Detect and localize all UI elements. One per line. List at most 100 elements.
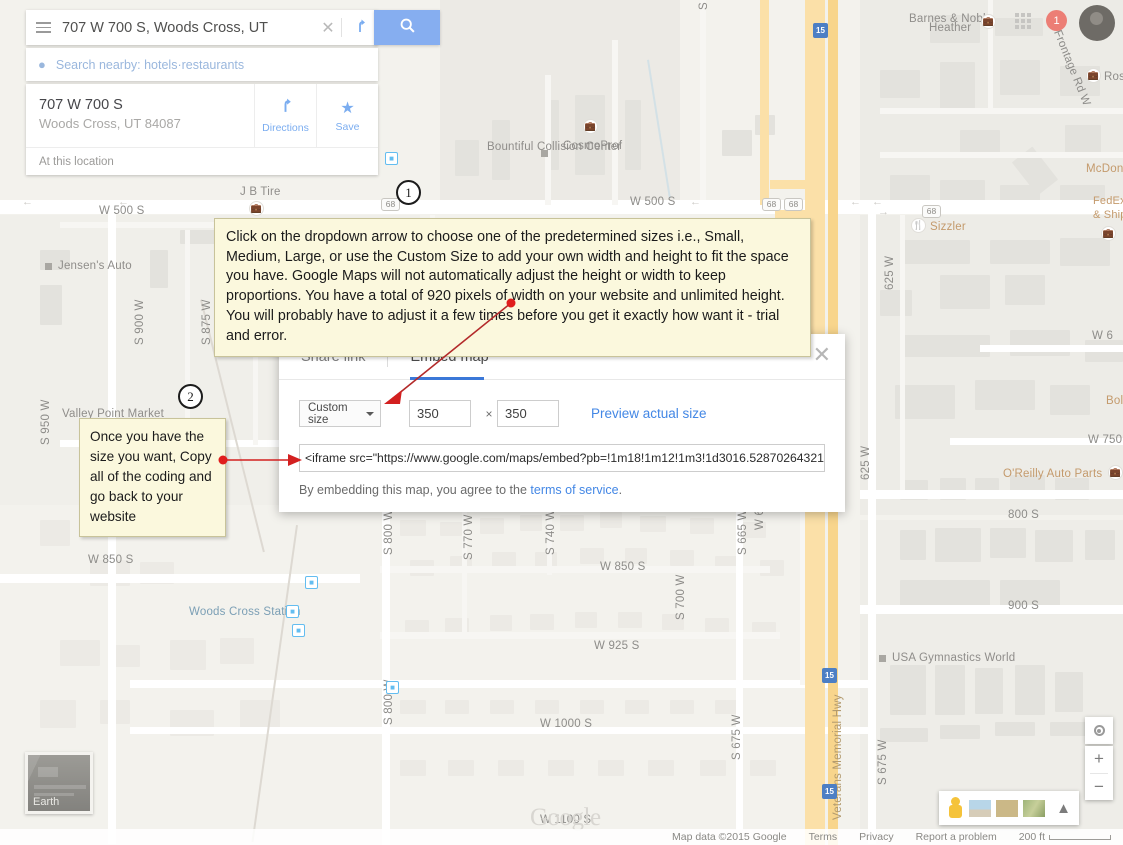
search-nearby-label: Search nearby: hotels·restaurants [55,57,245,72]
shop-icon[interactable]: 💼 [583,119,598,134]
shop-icon[interactable]: 💼 [249,201,264,216]
place-pin-icon: ● [38,57,46,72]
street-label: W 500 S [630,196,676,208]
scale-label: 200 ft [1018,831,1045,843]
street-label: 625 W [860,445,872,480]
save-label: Save [335,121,360,133]
place-card: 707 W 700 S Woods Cross, UT 84087 Direct… [26,84,378,175]
star-icon: ★ [340,100,355,117]
scale-bar: 200 ft [1019,831,1111,843]
poi-label: Heather [929,22,972,34]
shop-icon[interactable]: 💼 [981,14,996,29]
directions-icon [277,97,294,119]
place-address: Woods Cross, UT 84087 [39,116,181,131]
street-label: S 875 W [201,299,213,345]
poi-label: O'Reilly Auto Parts [1003,468,1103,480]
close-icon[interactable]: ✕ [315,18,341,38]
interstate-shield: 15 [822,784,837,799]
poi-label: Bol [1106,395,1123,407]
map-data-attribution: Map data ©2015 Google [671,831,787,843]
notification-badge[interactable]: 1 [1046,10,1067,31]
scale-bar-line [1049,834,1111,840]
street-label: W 6 [1092,330,1114,342]
street-label: S 800 W [383,509,395,555]
street-label: 800 S [1008,509,1040,521]
poi-label: USA Gymnastics World [892,652,1016,664]
place-title: 707 W 700 S [39,97,123,113]
poi-label: Jensen's Auto [58,260,132,272]
poi-label: CosmoProf [563,140,623,152]
poi-label: Ross [1104,71,1123,83]
close-icon[interactable]: ✕ [813,344,831,366]
grid-apps-icon[interactable] [1015,13,1031,29]
interstate-shield: 15 [822,668,837,683]
my-location-icon[interactable] [1085,717,1113,744]
search-button[interactable] [374,10,440,45]
width-input[interactable] [409,400,471,427]
save-button[interactable]: ★ Save [316,84,378,147]
terms-link[interactable]: Terms [809,831,838,843]
pegman-icon[interactable] [947,797,964,819]
street-label: S 675 W [731,714,743,760]
poi-label: Sizzler [930,221,966,233]
search-panel: 707 W 700 S, Woods Cross, UT ✕ ● Search … [26,10,378,175]
street-label: S 950 W [40,399,52,445]
annotation-marker-1: 1 [396,180,421,205]
directions-icon[interactable] [342,18,378,38]
annotation-callout-2: Once you have the size you want, Copy al… [79,418,226,537]
street-label: S 675 W [877,739,889,785]
shop-icon[interactable]: 💼 [1108,465,1123,480]
map-type-thumbnail[interactable] [1023,799,1046,817]
preview-actual-size-link[interactable]: Preview actual size [591,406,707,421]
report-problem-link[interactable]: Report a problem [916,831,997,843]
poi-dot [45,263,52,270]
search-nearby-suggestion[interactable]: ● Search nearby: hotels·restaurants [26,48,378,81]
at-this-location-label: At this location [39,155,114,168]
google-maps-screen: ← ← ← ← ← → W 500 S W 500 S S 900 W S 87… [0,0,1123,845]
zoom-in-button[interactable]: + [1085,746,1113,773]
directions-label: Directions [262,122,309,134]
poi-label: Woods Cross Station [189,606,301,618]
map-footer: Map data ©2015 Google Terms Privacy Repo… [0,829,1123,845]
directions-button[interactable]: Directions [254,84,316,147]
annotation-callout-1: Click on the dropdown arrow to choose on… [214,218,811,358]
imagery-toolbar: ▲ [939,791,1079,825]
transit-stop-icon[interactable]: ■ [386,681,399,694]
chevron-down-icon [366,411,374,416]
transit-stop-icon[interactable]: ■ [305,576,318,589]
at-this-location-row[interactable]: At this location [26,147,378,175]
search-bar[interactable]: 707 W 700 S, Woods Cross, UT ✕ [26,10,378,45]
transit-stop-icon[interactable]: ■ [385,152,398,165]
map-type-thumbnail[interactable] [996,799,1019,817]
embed-code-input[interactable]: <iframe src="https://www.google.com/maps… [299,444,825,472]
route-shield: 68 [784,198,803,211]
restaurant-icon[interactable]: 🍴 [911,218,926,233]
zoom-out-button[interactable]: − [1085,774,1113,801]
terms-of-service-link[interactable]: terms of service [530,483,618,497]
street-label: 625 W [884,255,896,290]
transit-stop-icon[interactable]: ■ [292,624,305,637]
hamburger-icon[interactable] [26,22,60,33]
street-label: W 500 S [99,205,145,217]
map-type-thumbnail[interactable] [969,799,992,817]
search-input[interactable]: 707 W 700 S, Woods Cross, UT [60,20,315,36]
size-select-dropdown[interactable]: Custom size [299,400,381,427]
street-label: 900 S [1008,600,1040,612]
terms-notice: By embedding this map, you agree to the … [299,483,825,497]
street-label: W 925 S [594,640,640,652]
google-logo: Google [530,804,601,831]
poi-dot [879,655,886,662]
poi-label: FedEx O& Ship [1093,195,1123,221]
street-label: S 665 W [737,509,749,555]
size-select-label: Custom size [308,401,348,426]
avatar[interactable] [1079,5,1115,41]
privacy-link[interactable]: Privacy [859,831,893,843]
shop-icon[interactable]: 💼 [1086,68,1101,83]
zoom-controls[interactable]: + − [1085,746,1113,800]
shop-icon[interactable]: 💼 [1101,226,1116,241]
earth-thumbnail-button[interactable]: Earth [25,752,93,814]
annotation-marker-2: 2 [178,384,203,409]
height-input[interactable] [497,400,559,427]
chevron-up-icon[interactable]: ▲ [1056,800,1071,817]
train-station-icon[interactable]: ■ [286,605,299,618]
